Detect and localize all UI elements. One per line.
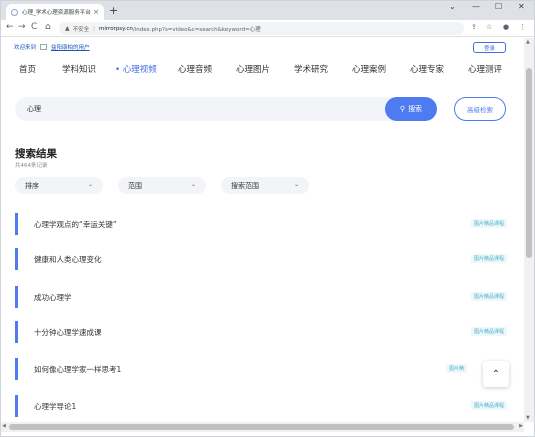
login-button[interactable]: 登录 (473, 42, 506, 53)
result-title[interactable]: 心理学观点的“幸运关键” (34, 219, 117, 230)
scrollbar-thumb[interactable] (9, 424, 514, 430)
scroll-left-icon[interactable]: ◀ (2, 423, 6, 429)
address-bar: ← → C ⌂ ▲ 不安全 | mirrorpsy.cn /index.php?… (1, 20, 534, 37)
result-badge: 图片精品课程 (470, 292, 507, 301)
nav-item-home[interactable]: 首页 (19, 63, 36, 75)
nav-item-cases[interactable]: 心理案例 (352, 63, 386, 75)
result-item[interactable]: 健康和人类心理变化 图片精品课程 (15, 248, 507, 270)
security-label: 不安全 (72, 26, 90, 33)
forward-arrow-icon[interactable]: → (18, 22, 26, 32)
welcome-text: 欢迎来到 (14, 45, 37, 51)
result-item[interactable]: 心理学导论1 图片精品课程 (15, 395, 507, 417)
search-icon: ⚲ (399, 105, 406, 113)
url-input[interactable]: ▲ 不安全 | mirrorpsy.cn /index.php?s=video&… (59, 22, 464, 35)
result-item[interactable]: 如何像心理学家一样思考1 图片精 (15, 358, 507, 380)
close-window-button[interactable]: ✕ (518, 2, 525, 11)
scrollbar-thumb[interactable] (526, 68, 532, 258)
range-dropdown[interactable]: 范围 ⌄ (118, 177, 206, 194)
advanced-search-button[interactable]: 高级检索 (454, 97, 506, 121)
search-scope-dropdown[interactable]: 搜索范围 ⌄ (221, 177, 309, 194)
nav-item-video-label: 心理视频 (122, 65, 157, 75)
search-button-label: 搜索 (408, 105, 423, 113)
scroll-down-icon[interactable]: ▼ (526, 415, 530, 421)
tab-search-icon[interactable]: ⌄ (449, 2, 456, 11)
search-value: 心理 (27, 105, 41, 113)
result-title[interactable]: 健康和人类心理变化 (34, 254, 102, 265)
nav-item-experts[interactable]: 心理专家 (410, 63, 444, 75)
result-badge: 图片精 (445, 364, 467, 373)
vertical-scrollbar[interactable]: ▲ ▼ (524, 38, 534, 422)
url-separator: | (93, 25, 95, 32)
url-host: mirrorpsy.cn (99, 25, 133, 32)
org-link[interactable]: 益阳康柏的用户 (51, 43, 90, 51)
tab-close-icon[interactable]: × (93, 8, 99, 16)
horizontal-scrollbar[interactable]: ◀ ▶ (1, 422, 524, 432)
result-title[interactable]: 成功心理学 (34, 292, 72, 303)
image-icon (40, 44, 48, 50)
browser-tab[interactable]: 心理_学术心理资源服务平台 × (6, 4, 104, 20)
scroll-up-icon[interactable]: ▲ (526, 39, 530, 45)
nav-item-audio[interactable]: 心理音频 (178, 63, 212, 75)
nav-item-video[interactable]: • 心理视频 (115, 63, 157, 75)
result-title[interactable]: 如何像心理学家一样思考1 (34, 364, 121, 375)
tab-strip: 心理_学术心理资源服务平台 × + ⌄ — ☐ ✕ (1, 1, 534, 20)
page-viewport: 欢迎来到 益阳康柏的用户 登录 首页 学科知识 • 心理视频 心理音频 心理图片… (1, 38, 524, 422)
chevron-down-icon: ⌄ (293, 181, 299, 188)
result-item[interactable]: 十分钟心理学速成课 图片精品课程 (15, 321, 507, 343)
results-count: 共464条记录 (15, 163, 48, 169)
profile-icon[interactable]: ● (503, 23, 509, 31)
nav-item-images[interactable]: 心理图片 (236, 63, 270, 75)
result-badge: 图片精品课程 (470, 219, 507, 228)
result-title[interactable]: 十分钟心理学速成课 (34, 327, 102, 338)
chevron-down-icon: ⌄ (190, 181, 196, 188)
minimize-button[interactable]: — (472, 2, 480, 11)
result-item[interactable]: 心理学观点的“幸运关键” 图片精品课程 (15, 213, 507, 235)
result-title[interactable]: 心理学导论1 (34, 401, 76, 412)
nav-item-tests[interactable]: 心理测评 (468, 63, 502, 75)
nav-item-research[interactable]: 学术研究 (294, 63, 328, 75)
tab-title: 心理_学术心理资源服务平台 (22, 10, 91, 16)
chevron-down-icon: ⌄ (87, 181, 93, 188)
nav-item-knowledge[interactable]: 学科知识 (62, 63, 96, 75)
result-badge: 图片精品课程 (470, 401, 507, 410)
back-to-top-button[interactable]: ⌃ (483, 361, 509, 387)
scroll-right-icon[interactable]: ▶ (519, 423, 523, 429)
result-item[interactable]: 成功心理学 图片精品课程 (15, 286, 507, 308)
menu-icon[interactable]: ⋮ (519, 23, 526, 31)
reload-icon[interactable]: C (31, 22, 37, 32)
welcome-bar: 欢迎来到 益阳康柏的用户 (14, 43, 90, 51)
search-input[interactable]: 心理 (15, 97, 437, 121)
new-tab-button[interactable]: + (109, 4, 118, 17)
range-label: 范围 (128, 181, 142, 190)
result-badge: 图片精品课程 (470, 327, 507, 336)
home-icon[interactable]: ⌂ (45, 22, 51, 32)
warning-icon: ▲ (65, 25, 70, 32)
results-title: 搜索结果 (15, 148, 57, 160)
search-button[interactable]: ⚲ 搜索 (385, 97, 437, 121)
star-icon[interactable]: ☆ (486, 23, 492, 31)
result-badge: 图片精品课程 (470, 254, 507, 263)
favicon-icon (11, 8, 18, 16)
url-path: /index.php?s=video&c=search&keyword=心理 (132, 26, 261, 33)
sort-label: 排序 (25, 181, 39, 190)
search-scope-label: 搜索范围 (231, 181, 259, 190)
main-nav: 首页 学科知识 • 心理视频 心理音频 心理图片 学术研究 心理案例 心理专家 … (1, 63, 524, 77)
browser-window: 心理_学术心理资源服务平台 × + ⌄ — ☐ ✕ ← → C ⌂ ▲ 不安全 … (0, 0, 535, 437)
maximize-button[interactable]: ☐ (495, 2, 502, 11)
sort-dropdown[interactable]: 排序 ⌄ (15, 177, 103, 194)
share-icon[interactable]: ⇪ (471, 23, 477, 31)
back-arrow-icon[interactable]: ← (6, 22, 14, 32)
